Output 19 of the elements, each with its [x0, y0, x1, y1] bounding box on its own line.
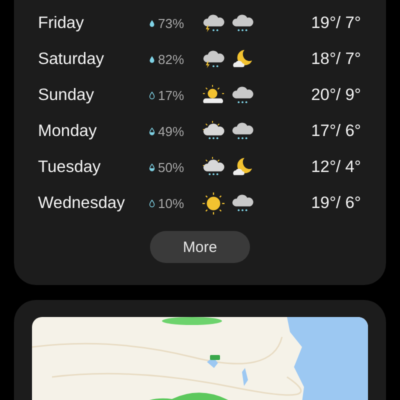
rain-chance: 17%	[158, 88, 186, 102]
rain-chance: 73%	[158, 16, 186, 30]
day-name: Monday	[38, 122, 98, 140]
temperature-range: 12°/ 4°	[311, 158, 361, 176]
day-name: Wednesday	[38, 194, 126, 212]
day-name: Saturday	[38, 50, 106, 68]
day-name: Tuesday	[38, 158, 102, 176]
more-button[interactable]: More	[150, 231, 250, 263]
rain-chance: 82%	[158, 52, 186, 66]
temperature-range: 19°/ 6°	[311, 194, 361, 212]
temperature-range: 19°/ 7°	[311, 14, 361, 32]
rain-chance: 50%	[158, 160, 186, 174]
day-name: Sunday	[38, 86, 95, 104]
temperature-range: 18°/ 7°	[311, 50, 361, 68]
rain-chance: 49%	[158, 124, 186, 138]
rain-chance: 10%	[158, 196, 186, 210]
temperature-range: 17°/ 6°	[311, 122, 361, 140]
temperature-range: 20°/ 9°	[311, 86, 361, 104]
day-name: Friday	[38, 14, 85, 32]
